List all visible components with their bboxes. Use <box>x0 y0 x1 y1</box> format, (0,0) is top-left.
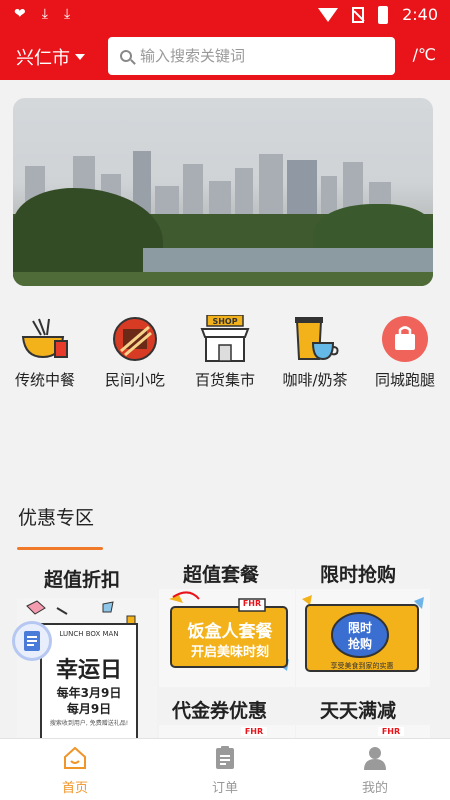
city-selector[interactable]: 兴仁市 <box>16 44 85 70</box>
tab-label: 订单 <box>211 781 238 796</box>
search-input[interactable] <box>140 47 380 65</box>
promo-card-discount[interactable]: LUNCH BOX MAN 幸运日 每年3月9日 每月9日 搜索收到用户, 免费… <box>17 598 157 738</box>
category-label: 同城跑腿 <box>374 371 435 389</box>
notification-heart-icon: ❤ <box>14 6 26 22</box>
poster-line-2: 每月9日 <box>66 702 112 716</box>
weather-readout[interactable]: /℃ <box>413 45 436 64</box>
flash-badge-line-2: 抢购 <box>347 637 372 651</box>
status-time: 2:40 <box>402 5 438 24</box>
coffee-cup-icon <box>289 315 341 363</box>
flash-sale-note: 享受美食到家的实惠 <box>330 662 394 670</box>
tab-orders[interactable]: 订单 <box>150 745 300 796</box>
category-general-market[interactable]: SHOP 百货集市 <box>180 314 270 390</box>
promo-card-title-voucher: 代金券优惠 <box>172 700 268 722</box>
order-icon <box>212 745 238 771</box>
promo-title-underline <box>17 547 103 550</box>
promo-section-title: 优惠专区 <box>18 507 95 529</box>
bottom-tab-bar: 首页 订单 我的 <box>0 738 450 800</box>
poster-note: 搜索收到用户, 免费赠送礼品! <box>49 720 129 727</box>
category-grid: 传统中餐 民间小吃 SHOP 百货集市 咖啡/奶茶 同城跑腿 <box>0 314 450 395</box>
promo-card-voucher[interactable]: FHR <box>159 725 295 738</box>
poster-main-text: 幸运日 <box>55 658 122 683</box>
promo-card-title-daily-discount: 天天满减 <box>320 700 397 722</box>
tab-label: 首页 <box>61 781 88 796</box>
top-bar: 兴仁市 /℃ <box>0 32 450 80</box>
category-coffee-tea[interactable]: 咖啡/奶茶 <box>270 315 360 390</box>
download-icon: ⤓ <box>41 6 48 22</box>
noodle-bowl-icon <box>19 315 71 363</box>
flash-badge-line-1: 限时 <box>347 621 372 635</box>
tab-label: 我的 <box>361 781 388 796</box>
home-icon <box>62 745 88 771</box>
tab-profile[interactable]: 我的 <box>300 745 450 796</box>
category-errand-service[interactable]: 同城跑腿 <box>360 315 450 390</box>
battery-icon <box>378 5 389 24</box>
floating-action-button[interactable] <box>12 621 52 661</box>
category-label: 传统中餐 <box>14 371 75 389</box>
search-box[interactable] <box>108 37 395 75</box>
status-bar: ❤ ⤓ ⤓ 2:40 <box>0 0 450 32</box>
document-icon <box>24 631 40 651</box>
promo-card-title-combo: 超值套餐 <box>183 564 260 586</box>
download-icon-2: ⤓ <box>63 6 71 22</box>
shopping-bag-icon <box>379 315 431 363</box>
category-label: 民间小吃 <box>104 371 165 389</box>
banner-image[interactable] <box>13 98 433 286</box>
no-sim-icon <box>352 6 365 23</box>
poster-line-1: 每年3月9日 <box>56 686 122 700</box>
brand-tag: FHR <box>242 599 262 608</box>
promo-card-title-flash-sale: 限时抢购 <box>320 564 397 586</box>
category-label: 咖啡/奶茶 <box>282 371 348 389</box>
tab-home[interactable]: 首页 <box>0 745 150 796</box>
promo-card-flash-sale[interactable]: 限时 抢购 享受美食到家的实惠 <box>296 589 430 687</box>
category-street-snacks[interactable]: 民间小吃 <box>90 315 180 390</box>
category-traditional-chinese[interactable]: 传统中餐 <box>0 315 90 390</box>
shop-icon: SHOP <box>199 314 251 363</box>
combo-banner-line-2: 开启美味时刻 <box>190 645 269 660</box>
promo-card-combo[interactable]: FHR 饭盒人套餐 开启美味时刻 <box>159 589 295 687</box>
poster-header: LUNCH BOX MAN <box>59 630 119 638</box>
brand-tag: FHR <box>241 727 267 736</box>
wifi-icon <box>318 7 339 22</box>
skewers-icon <box>109 315 161 363</box>
promo-card-daily-discount[interactable]: FHR <box>296 725 430 738</box>
combo-banner-line-1: 饭盒人套餐 <box>187 622 273 642</box>
city-label: 兴仁市 <box>16 48 70 69</box>
chevron-down-icon <box>75 54 85 60</box>
brand-tag: FHR <box>378 727 404 736</box>
svg-text:SHOP: SHOP <box>212 317 237 326</box>
search-icon <box>120 50 132 62</box>
promo-card-title-discount: 超值折扣 <box>44 569 121 591</box>
category-label: 百货集市 <box>194 371 255 389</box>
profile-icon <box>362 745 388 771</box>
